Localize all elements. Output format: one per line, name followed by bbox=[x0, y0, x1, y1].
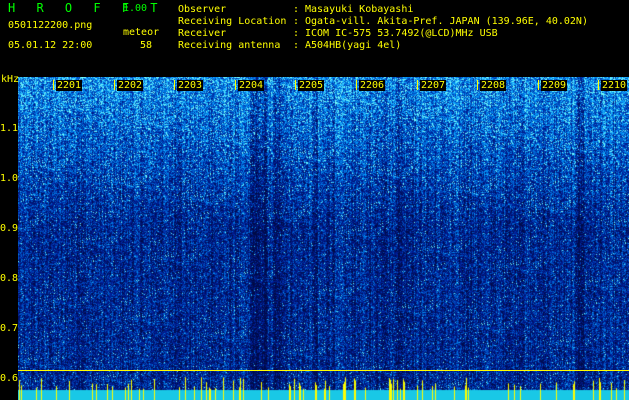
time-tick-mark bbox=[174, 80, 175, 90]
y-tick-label: 0.9 bbox=[0, 223, 19, 234]
receiver-colon: : bbox=[293, 28, 300, 39]
time-tick-mark bbox=[417, 80, 418, 90]
time-tick-mark bbox=[538, 80, 539, 90]
time-tick-mark bbox=[598, 80, 599, 90]
header-panel: H R O F F T 1.00 0501122200.png meteor 0… bbox=[0, 0, 629, 76]
time-tick-mark bbox=[477, 80, 478, 90]
receiver-label: Receiver bbox=[178, 28, 227, 39]
time-tick-mark bbox=[356, 80, 357, 90]
time-tick-mark bbox=[114, 80, 115, 90]
reference-line bbox=[18, 370, 629, 371]
observer-colon: : bbox=[293, 4, 300, 15]
time-label: 2207 bbox=[420, 80, 447, 91]
detection-label: meteor bbox=[123, 27, 160, 38]
time-tick-mark bbox=[235, 80, 236, 90]
spectrogram-plot bbox=[18, 77, 629, 400]
file-datetime: 05.01.12 22:00 bbox=[8, 40, 93, 51]
spectrogram-canvas bbox=[18, 77, 629, 400]
y-axis-unit: kHz bbox=[1, 74, 20, 85]
time-label: 2206 bbox=[359, 80, 386, 91]
observer-label: Observer bbox=[178, 4, 227, 15]
location-value: Ogata-vill. Akita-Pref. JAPAN (139.96E, … bbox=[305, 16, 588, 27]
time-label: 2210 bbox=[601, 80, 628, 91]
time-label: 2201 bbox=[56, 80, 83, 91]
y-tick-label: 1.0 bbox=[0, 173, 19, 184]
time-label: 2209 bbox=[541, 80, 568, 91]
file-name: 0501122200.png bbox=[8, 20, 93, 31]
observer-value: Masayuki Kobayashi bbox=[305, 4, 414, 15]
time-label: 2208 bbox=[480, 80, 507, 91]
time-label: 2204 bbox=[238, 80, 265, 91]
antenna-colon: : bbox=[293, 40, 300, 51]
time-tick-mark bbox=[295, 80, 296, 90]
antenna-value: A504HB(yagi 4el) bbox=[305, 40, 402, 51]
y-tick-label: 0.7 bbox=[0, 323, 19, 334]
axis-corner bbox=[0, 384, 18, 400]
time-tick-mark bbox=[53, 80, 54, 90]
time-label: 2205 bbox=[298, 80, 325, 91]
y-tick-label: 1.1 bbox=[0, 123, 19, 134]
antenna-label: Receiving antenna bbox=[178, 40, 281, 51]
time-label: 2203 bbox=[177, 80, 204, 91]
y-tick-label: 0.6 bbox=[0, 373, 19, 384]
time-label: 2202 bbox=[117, 80, 144, 91]
app-version: 1.00 bbox=[123, 3, 148, 14]
location-label: Receiving Location bbox=[178, 16, 287, 27]
receiver-value: ICOM IC-575 53.7492(@LCD)MHz USB bbox=[305, 28, 498, 39]
location-colon: : bbox=[293, 16, 300, 27]
y-tick-label: 0.8 bbox=[0, 273, 19, 284]
detection-count: 58 bbox=[139, 40, 152, 51]
